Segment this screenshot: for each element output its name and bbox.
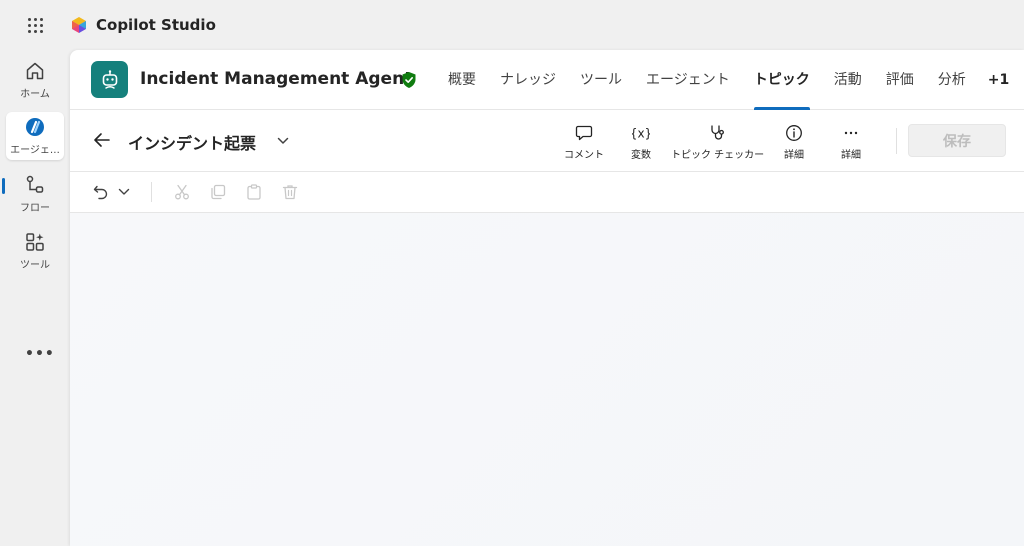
tab-tools[interactable]: ツール [568, 50, 634, 110]
tab-evaluation[interactable]: 評価 [874, 50, 926, 110]
tab-knowledge[interactable]: ナレッジ [488, 50, 568, 110]
rail-item-label: ホーム [20, 89, 50, 100]
agent-header: Incident Management Agent 概要 ナレッジ ツール エー… [70, 50, 1024, 110]
tab-topics[interactable]: トピック [742, 50, 822, 110]
topic-title[interactable]: インシデント起票 [128, 130, 256, 154]
brand[interactable]: Copilot Studio [70, 16, 216, 34]
tab-analytics[interactable]: 分析 [926, 50, 978, 110]
tools-icon [26, 233, 44, 251]
rail-item-agents[interactable]: エージェ… [6, 112, 64, 160]
agent-tabs: 概要 ナレッジ ツール エージェント トピック 活動 評価 分析 +1 [436, 50, 1019, 110]
toolbar-divider [896, 128, 897, 154]
waffle-icon [27, 17, 43, 33]
more-label: 詳細 [841, 150, 861, 161]
chevron-down-icon[interactable] [117, 185, 131, 199]
agent-avatar [91, 61, 128, 98]
details-label: 詳細 [784, 150, 804, 161]
tab-overview[interactable]: 概要 [436, 50, 488, 110]
agent-name: Incident Management Agent [140, 69, 413, 89]
topic-checker-label: トピック チェッカー [671, 150, 765, 161]
delete-icon[interactable] [281, 183, 299, 201]
rail-item-flows[interactable]: フロー [6, 170, 64, 218]
copy-icon[interactable] [209, 183, 227, 201]
rail-item-label: ツール [20, 260, 50, 271]
rail-more-button[interactable]: ••• [25, 346, 55, 362]
more-button[interactable]: 詳細 [841, 124, 861, 161]
rail-active-indicator [2, 178, 5, 194]
rail-item-label: フロー [20, 203, 50, 214]
home-icon [26, 62, 44, 80]
edit-toolbar [70, 172, 1024, 213]
app-bar: Copilot Studio [0, 0, 1024, 50]
app-name: Copilot Studio [96, 16, 216, 34]
topic-toolbar: インシデント起票 コメント {x} 変数 トピック チェッカー [70, 110, 1024, 172]
details-button[interactable]: 詳細 [784, 124, 804, 161]
tab-agents[interactable]: エージェント [634, 50, 742, 110]
rail-item-tools[interactable]: ツール [6, 227, 64, 275]
copilot-studio-logo-icon [72, 17, 86, 33]
topic-checker-button[interactable]: トピック チェッカー [671, 124, 764, 161]
comment-label: コメント [564, 150, 604, 161]
back-arrow-icon[interactable] [92, 130, 112, 150]
left-rail: ホーム エージェ… フロー ツール ••• [0, 50, 70, 546]
tab-overflow-button[interactable]: +1 [978, 50, 1019, 110]
more-horizontal-icon [844, 131, 858, 135]
chevron-down-icon[interactable] [276, 134, 290, 148]
tab-activity[interactable]: 活動 [822, 50, 874, 110]
undo-icon[interactable] [92, 183, 110, 201]
info-icon [786, 125, 802, 141]
save-button[interactable]: 保存 [908, 124, 1006, 157]
variables-label: 変数 [631, 150, 651, 161]
main-panel: Incident Management Agent 概要 ナレッジ ツール エー… [70, 50, 1024, 546]
comment-icon [575, 125, 593, 141]
topic-canvas[interactable] [70, 213, 1024, 546]
agents-icon [26, 118, 44, 136]
bot-icon [102, 69, 117, 89]
cut-icon[interactable] [173, 183, 191, 201]
rail-item-home[interactable]: ホーム [6, 56, 64, 104]
svg-text:{x}: {x} [632, 127, 650, 141]
paste-icon[interactable] [245, 183, 263, 201]
comment-button[interactable]: コメント [564, 124, 604, 161]
flow-icon [26, 175, 44, 193]
variables-icon: {x} [632, 127, 650, 141]
variables-button[interactable]: {x} 変数 [631, 124, 651, 162]
verified-shield-icon [402, 72, 416, 88]
app-launcher-button[interactable] [0, 0, 70, 50]
rail-item-label: エージェ… [10, 145, 60, 156]
edit-toolbar-divider [151, 182, 152, 202]
stethoscope-icon [710, 125, 724, 140]
